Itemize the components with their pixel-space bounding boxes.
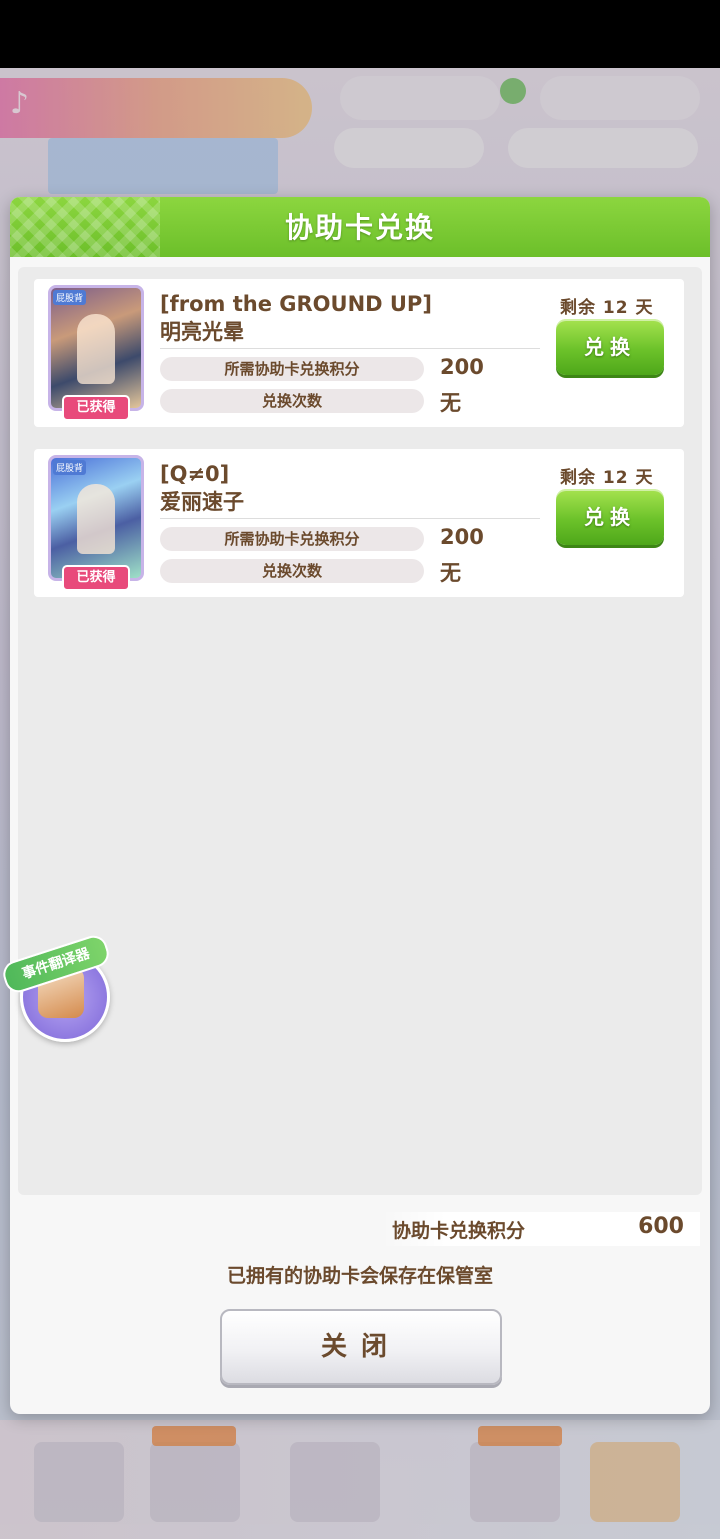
- owned-badge: 已获得: [62, 395, 130, 421]
- exchange-count-value: 无: [440, 561, 461, 585]
- list-item: 屁股背 已获得 [from the GROUND UP] 明亮光晕 所需协助卡兑…: [34, 279, 684, 427]
- thumb-tag: 屁股背: [53, 290, 87, 305]
- exchange-count-label: 兑换次数: [160, 559, 424, 583]
- thumb-tag: 屁股背: [53, 460, 87, 475]
- exchange-button[interactable]: 兑换: [556, 489, 664, 545]
- dialog-header: 协助卡兑换: [10, 197, 710, 257]
- points-balance-label: 协助卡兑换积分: [392, 1220, 526, 1242]
- exchange-count-value: 无: [440, 391, 461, 415]
- card-list[interactable]: 屁股背 已获得 [from the GROUND UP] 明亮光晕 所需协助卡兑…: [18, 267, 702, 1195]
- storage-info-text: 已拥有的协助卡会保存在保管室: [226, 1265, 493, 1287]
- translator-floating-widget[interactable]: 事件翻译器: [0, 932, 113, 1048]
- card-title: [Q≠0]: [160, 462, 230, 486]
- points-balance: 协助卡兑换积分 600: [382, 1212, 700, 1246]
- exchange-dialog: 协助卡兑换 屁股背 已获得 [from the GROUND UP] 明亮光晕 …: [10, 197, 710, 1414]
- status-bar: [0, 0, 720, 68]
- exchange-button[interactable]: 兑换: [556, 319, 664, 375]
- exchange-count-label: 兑换次数: [160, 389, 424, 413]
- required-points-value: 200: [440, 355, 484, 379]
- divider: [160, 518, 540, 519]
- required-points-label: 所需协助卡兑换积分: [160, 527, 424, 551]
- owned-badge: 已获得: [62, 565, 130, 591]
- card-title: [from the GROUND UP]: [160, 292, 432, 316]
- close-button[interactable]: 关闭: [220, 1309, 502, 1385]
- card-character-art: [77, 314, 115, 384]
- card-character-art: [77, 484, 115, 554]
- card-name: 明亮光晕: [160, 320, 244, 344]
- card-name: 爱丽速子: [160, 490, 244, 514]
- divider: [160, 348, 540, 349]
- required-points-label: 所需协助卡兑换积分: [160, 357, 424, 381]
- points-balance-value: 600: [638, 1214, 684, 1239]
- dialog-title: 协助卡兑换: [284, 211, 435, 244]
- support-card-thumbnail[interactable]: 屁股背: [48, 285, 144, 411]
- support-card-thumbnail[interactable]: 屁股背: [48, 455, 144, 581]
- remaining-days: 剩余 12 天: [560, 468, 654, 488]
- list-item: 屁股背 已获得 [Q≠0] 爱丽速子 所需协助卡兑换积分 200 兑换次数 无 …: [34, 449, 684, 597]
- required-points-value: 200: [440, 525, 484, 549]
- remaining-days: 剩余 12 天: [560, 298, 654, 318]
